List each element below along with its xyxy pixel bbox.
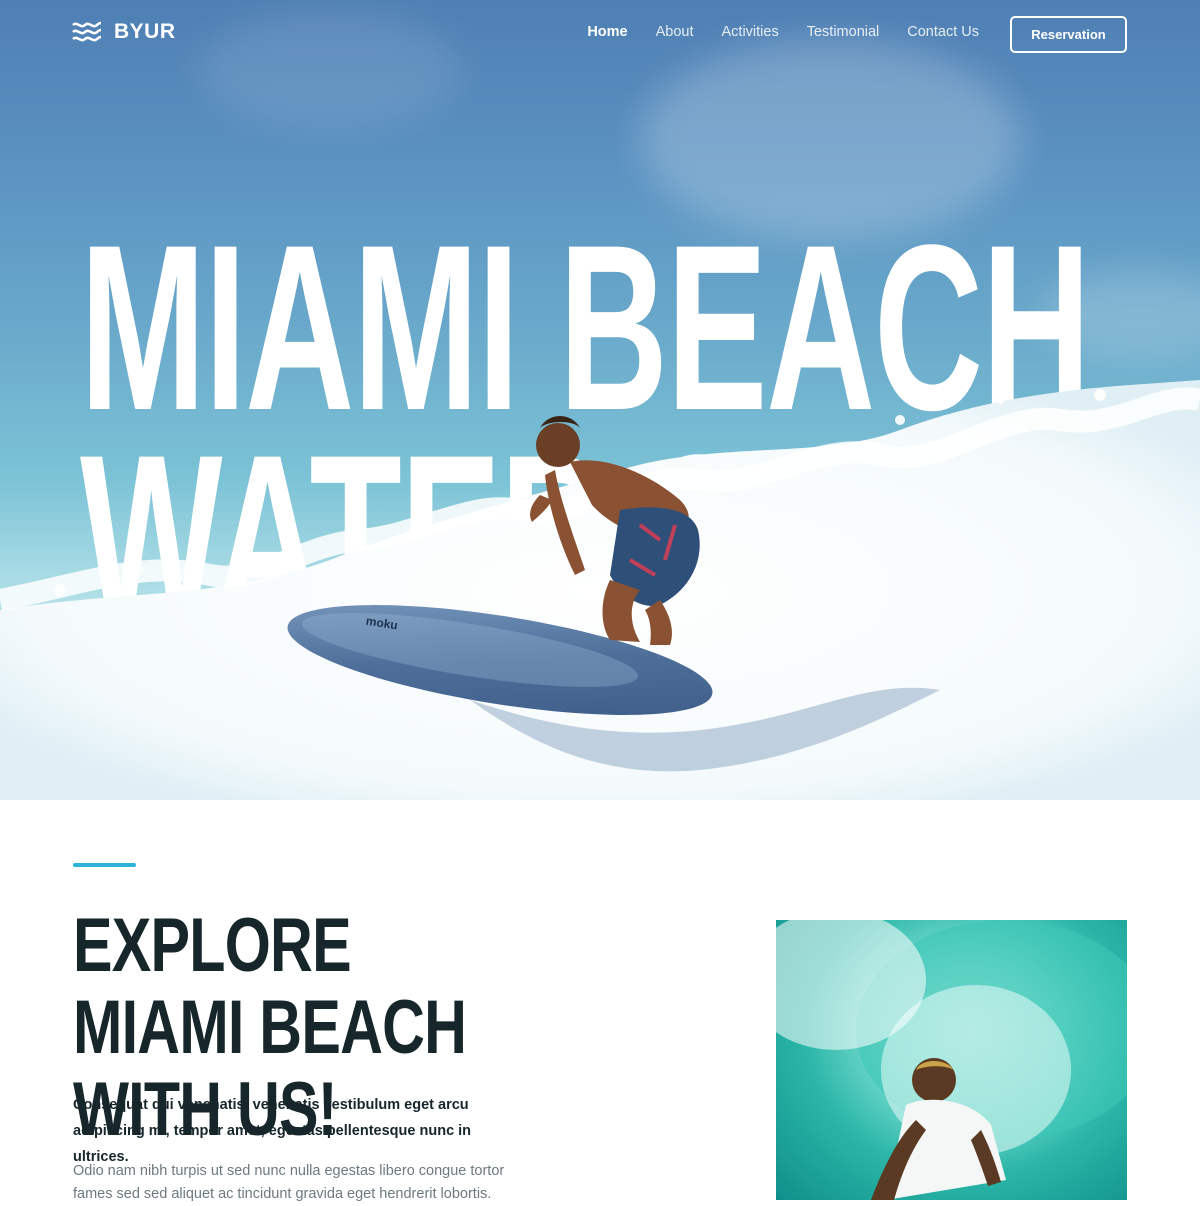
nav-about-link[interactable]: About — [656, 24, 694, 40]
reservation-button[interactable]: Reservation — [1010, 16, 1127, 53]
surfer-barrel-photo — [776, 920, 1127, 1200]
section-lead-text: Consequat dui venenatis, venenatis vesti… — [73, 1097, 472, 1165]
hero-surfer-image: moku — [0, 380, 1200, 800]
brand-name: BYUR — [114, 20, 176, 43]
waves-icon — [72, 21, 102, 43]
hero-section: MIAMI BEACH WATER SPORTS moku — [0, 0, 1200, 800]
top-nav: BYUR Home About Activities Testimonial C… — [0, 0, 1200, 70]
nav-activities-link[interactable]: Activities — [722, 24, 779, 40]
nav-home-link[interactable]: Home — [587, 24, 627, 40]
nav-testimonial-link[interactable]: Testimonial — [807, 24, 880, 40]
brand-logo[interactable]: BYUR — [72, 20, 176, 44]
main-menu: Home About Activities Testimonial Contac… — [587, 24, 979, 40]
nav-contact-link[interactable]: Contact Us — [907, 24, 979, 40]
section-body-text: Odio nam nibh turpis ut sed nunc nulla e… — [73, 1163, 505, 1202]
section-accent-line — [73, 863, 136, 867]
